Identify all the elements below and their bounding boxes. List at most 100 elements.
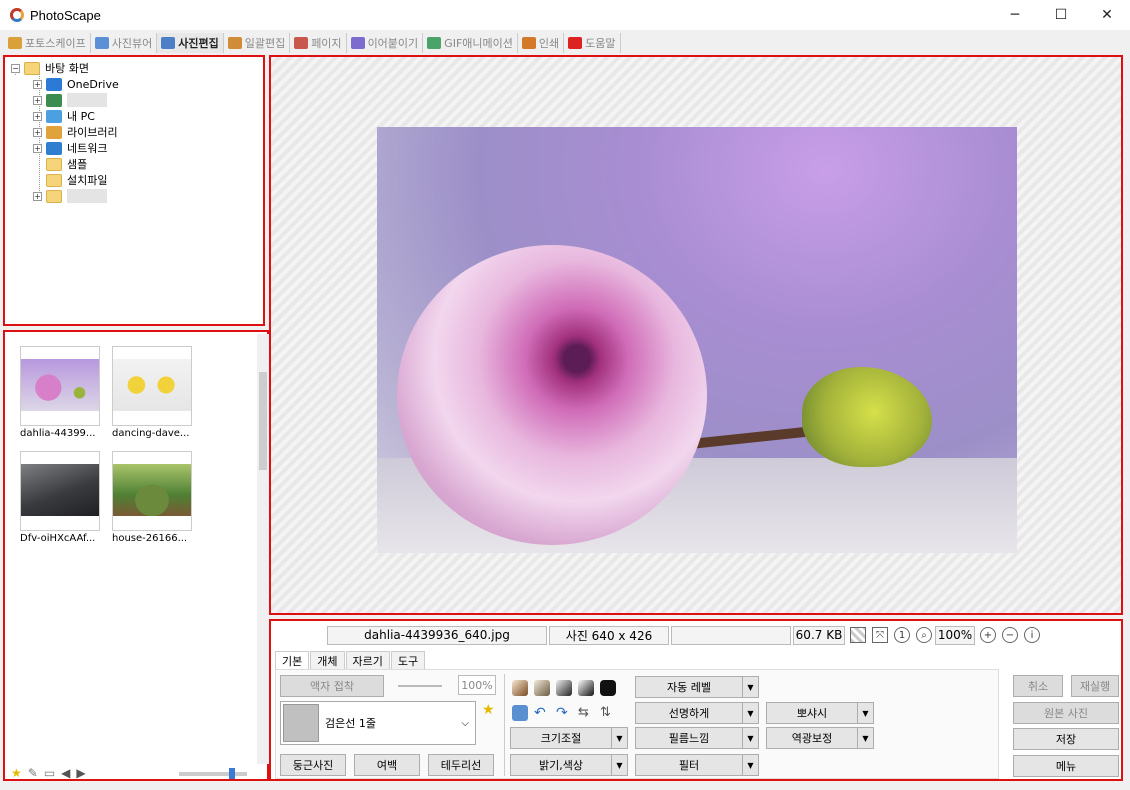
- thumbnail-size-slider[interactable]: [179, 768, 247, 779]
- transparency-grid-icon[interactable]: [850, 627, 866, 643]
- border-line-button[interactable]: 테두리선: [428, 754, 494, 776]
- tree-item-4[interactable]: + 라이브러리: [33, 124, 118, 140]
- thumbnail-dahlia[interactable]: [20, 346, 100, 426]
- frame-select[interactable]: 검은선 1줄 ⌵: [280, 701, 476, 745]
- folder-open-icon[interactable]: ▭: [44, 766, 55, 780]
- vignette-gray-icon[interactable]: [556, 680, 572, 696]
- tree-item-0[interactable]: − 바탕 화면: [11, 60, 89, 76]
- save-button[interactable]: 저장: [1013, 728, 1119, 750]
- main-tab-8[interactable]: 도움말: [564, 33, 621, 53]
- info-icon[interactable]: i: [1024, 627, 1040, 643]
- flip-horizontal-icon[interactable]: ⇆: [578, 705, 594, 721]
- vignette-bw-icon[interactable]: [578, 680, 594, 696]
- tree-item-5[interactable]: + 네트워크: [33, 140, 107, 156]
- frame-percent-field[interactable]: 100%: [458, 675, 496, 695]
- rotate-left-icon[interactable]: ↶: [534, 705, 550, 721]
- minimize-button[interactable]: ─: [992, 0, 1038, 30]
- vignette-sepia-icon[interactable]: [534, 680, 550, 696]
- scrollbar-thumb[interactable]: [259, 372, 267, 470]
- tree-item-label: 바탕 화면: [45, 62, 89, 75]
- main-tab-1[interactable]: 사진뷰어: [91, 33, 158, 53]
- combine-icon: [350, 37, 365, 49]
- backlight-label: 역광보정: [766, 727, 858, 749]
- flip-vertical-icon[interactable]: ⇅: [600, 705, 616, 721]
- tree-item-2[interactable]: +: [33, 92, 107, 108]
- margin-button[interactable]: 여백: [354, 754, 420, 776]
- menu-button[interactable]: 메뉴: [1013, 755, 1119, 777]
- main-tab-2[interactable]: 사진편집: [157, 33, 224, 53]
- tree-item-label: 네트워크: [67, 142, 108, 155]
- bloom-label: 뽀샤시: [766, 702, 858, 724]
- zoom-in-icon[interactable]: +: [980, 627, 996, 643]
- expand-icon[interactable]: +: [33, 79, 42, 89]
- expand-icon[interactable]: +: [33, 143, 42, 153]
- actual-size-icon[interactable]: 1: [894, 627, 910, 643]
- zoom-out-icon[interactable]: −: [1002, 627, 1018, 643]
- bloom-dropdown[interactable]: 뽀샤시 ▼: [766, 702, 874, 724]
- vignette-brown-icon[interactable]: [512, 680, 528, 696]
- edit-tab-2[interactable]: 자르기: [345, 651, 390, 669]
- redo-button[interactable]: 재실행: [1071, 675, 1119, 697]
- expand-icon[interactable]: +: [33, 95, 42, 105]
- expand-icon[interactable]: +: [33, 111, 42, 121]
- main-tab-label: 인쇄: [538, 37, 560, 50]
- main-tab-3[interactable]: 일괄편집: [224, 33, 291, 53]
- original-photo-button[interactable]: 원본 사진: [1013, 702, 1119, 724]
- frame-attach-button[interactable]: 액자 접착: [280, 675, 384, 697]
- pc-icon: [46, 109, 62, 123]
- frame-name: 검은선 1줄: [325, 717, 376, 730]
- auto-level-dropdown[interactable]: 자동 레벨 ▼: [635, 676, 759, 698]
- expand-icon[interactable]: +: [33, 127, 42, 137]
- edit-tab-1[interactable]: 개체: [310, 651, 345, 669]
- brightness-color-dropdown[interactable]: 밝기,색상 ▼: [510, 754, 628, 776]
- undo-button[interactable]: 취소: [1013, 675, 1063, 697]
- tree-item-label: 설치파일: [67, 174, 108, 187]
- forward-arrow-icon[interactable]: ▶: [76, 766, 85, 780]
- edited-photo[interactable]: [377, 127, 1017, 553]
- thumbnail-label: house-26166...: [112, 533, 188, 544]
- sharpen-dropdown[interactable]: 선명하게 ▼: [635, 702, 759, 724]
- round-photo-button[interactable]: 둥근사진: [280, 754, 346, 776]
- auto-level-label: 자동 레벨: [635, 676, 743, 698]
- frame-slider[interactable]: [398, 685, 442, 687]
- rotate-right-icon[interactable]: ↷: [556, 705, 572, 721]
- thumbnail-scrollbar[interactable]: [257, 334, 269, 764]
- tree-item-6[interactable]: +샘플: [33, 156, 87, 172]
- main-tab-5[interactable]: 이어붙이기: [347, 33, 424, 53]
- tree-item-1[interactable]: + OneDrive: [33, 76, 119, 92]
- slider-knob[interactable]: [229, 768, 235, 779]
- film-effect-dropdown[interactable]: 필름느낌 ▼: [635, 727, 759, 749]
- resize-dropdown[interactable]: 크기조절 ▼: [510, 727, 628, 749]
- main-tab-0[interactable]: 포토스케이프: [4, 33, 91, 53]
- thumbnail-dfv[interactable]: [20, 451, 100, 531]
- image-viewer-panel[interactable]: [269, 55, 1123, 615]
- back-arrow-icon[interactable]: ◀: [61, 766, 70, 780]
- tag-icon[interactable]: ✎: [28, 766, 38, 780]
- favorite-star-icon[interactable]: ★: [11, 766, 22, 780]
- expand-icon[interactable]: +: [33, 191, 42, 201]
- zoom-level: 100%: [935, 625, 975, 645]
- favorite-frame-star-icon[interactable]: ★: [482, 702, 495, 718]
- backlight-dropdown[interactable]: 역광보정 ▼: [766, 727, 874, 749]
- open-image-icon[interactable]: [512, 705, 528, 721]
- thumbnail-house[interactable]: [112, 451, 192, 531]
- tree-item-label: OneDrive: [67, 77, 119, 91]
- status-row: dahlia-4439936_640.jpg 사진 640 x 426 60.7…: [327, 625, 1043, 645]
- help-icon: [568, 37, 583, 49]
- close-button[interactable]: ✕: [1084, 0, 1130, 30]
- tree-item-7[interactable]: +설치파일: [33, 172, 107, 188]
- edit-tab-3[interactable]: 도구: [390, 651, 426, 669]
- invert-icon[interactable]: [600, 680, 616, 696]
- fit-screen-icon[interactable]: ⤧: [872, 627, 888, 643]
- main-tab-4[interactable]: 페이지: [290, 33, 347, 53]
- tree-item-3[interactable]: + 내 PC: [33, 108, 95, 124]
- maximize-button[interactable]: ☐: [1038, 0, 1084, 30]
- filter-dropdown[interactable]: 필터 ▼: [635, 754, 759, 776]
- main-tab-6[interactable]: GIF애니메이션: [423, 33, 518, 53]
- main-tab-7[interactable]: 인쇄: [518, 33, 565, 53]
- zoom-fit-icon[interactable]: ⌕: [916, 627, 932, 643]
- tree-item-8[interactable]: +: [33, 188, 107, 204]
- thumbnail-dancing[interactable]: [112, 346, 192, 426]
- edit-tab-0[interactable]: 기본: [275, 651, 310, 669]
- collapse-icon[interactable]: −: [11, 63, 20, 73]
